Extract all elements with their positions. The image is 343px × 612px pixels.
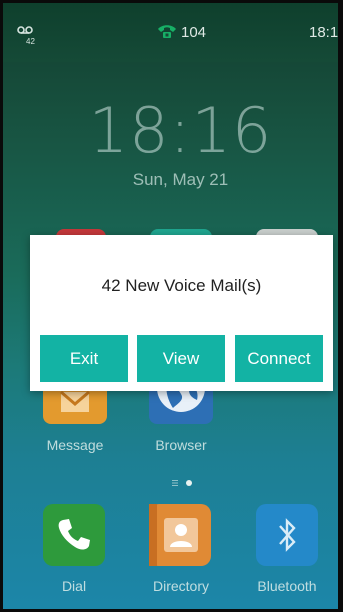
dialog-message: 42 New Voice Mail(s) (101, 276, 262, 295)
page-dot-active (186, 480, 192, 486)
page-indicator (172, 480, 192, 486)
voicemail-dialog: 42 New Voice Mail(s) Exit View Connect (30, 235, 333, 391)
status-bar: 42 104 18:16 (0, 0, 343, 62)
status-time: 18:16 (309, 24, 343, 41)
home-clock: 18:16 (88, 94, 273, 167)
page-menu-icon (172, 480, 178, 486)
phone-handset-icon (58, 519, 90, 550)
voicemail-count: 42 (26, 37, 35, 46)
directory-app-label[interactable]: Directory (141, 578, 221, 594)
voicemail-icon (17, 26, 33, 34)
bluetooth-icon (279, 518, 296, 552)
exit-button[interactable]: Exit (40, 335, 128, 382)
dial-app-icon[interactable] (43, 504, 105, 566)
browser-app-label[interactable]: Browser (141, 437, 221, 453)
view-button[interactable]: View (137, 335, 225, 382)
bluetooth-app-label[interactable]: Bluetooth (247, 578, 327, 594)
bluetooth-app-icon[interactable] (256, 504, 318, 566)
line-number: 104 (181, 24, 207, 41)
message-app-label[interactable]: Message (35, 437, 115, 453)
home-date: Sun, May 21 (132, 170, 229, 189)
contact-person-icon (149, 504, 198, 566)
directory-app-icon[interactable] (149, 504, 211, 566)
dial-app-label[interactable]: Dial (34, 578, 114, 594)
phone-screen: 42 104 18:16 18:16 Sun, May 21 Message B… (0, 0, 343, 612)
connect-button[interactable]: Connect (235, 335, 323, 382)
phone-icon (158, 25, 176, 38)
